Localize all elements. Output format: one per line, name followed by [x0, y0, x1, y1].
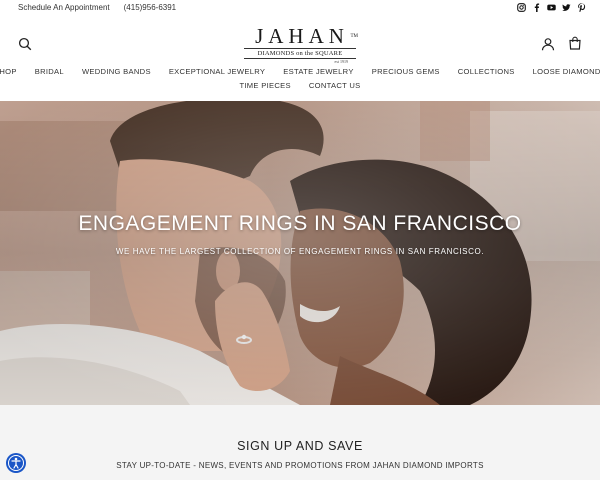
phone-link[interactable]: (415)956-6391: [124, 3, 176, 12]
nav-item-contact-us[interactable]: CONTACT US: [300, 81, 370, 90]
nav-row-primary: SHOP BRIDAL WEDDING BANDS EXCEPTIONAL JE…: [0, 64, 600, 78]
signup-text: STAY UP-TO-DATE - NEWS, EVENTS AND PROMO…: [116, 461, 484, 470]
instagram-icon[interactable]: [517, 3, 526, 12]
signup-title: SIGN UP AND SAVE: [237, 439, 363, 453]
logo-brand: JAHAN TM: [255, 24, 358, 48]
twitter-icon[interactable]: [562, 3, 571, 12]
search-icon[interactable]: [18, 37, 32, 51]
nav-item-time-pieces[interactable]: TIME PIECES: [230, 81, 299, 90]
social-links: [517, 3, 586, 12]
hero-banner: ENGAGEMENT RINGS IN SAN FRANCISCO WE HAV…: [0, 101, 600, 405]
hero-title: ENGAGEMENT RINGS IN SAN FRANCISCO: [78, 212, 522, 235]
schedule-appointment-link[interactable]: Schedule An Appointment: [18, 3, 110, 12]
hero-subtitle: WE HAVE THE LARGEST COLLECTION OF ENGAGE…: [115, 247, 485, 256]
logo-tagline: DIAMONDS on the SQUARE: [244, 48, 356, 59]
top-bar-contact: Schedule An Appointment (415)956-6391: [18, 3, 176, 12]
nav-item-exceptional-jewelry[interactable]: EXCEPTIONAL JEWELRY: [160, 67, 274, 76]
top-bar: Schedule An Appointment (415)956-6391: [0, 0, 600, 16]
cart-icon[interactable]: [568, 36, 582, 50]
site-header: JAHAN TM DIAMONDS on the SQUARE est 1919: [0, 16, 600, 66]
nav-row-secondary: TIME PIECES CONTACT US: [0, 78, 600, 92]
jahan-logo[interactable]: JAHAN TM DIAMONDS on the SQUARE est 1919: [244, 24, 358, 64]
account-icon[interactable]: [541, 37, 555, 51]
nav-item-shop[interactable]: SHOP: [0, 67, 26, 76]
accessibility-icon: [8, 455, 24, 471]
pinterest-icon[interactable]: [577, 3, 586, 12]
nav-item-wedding-bands[interactable]: WEDDING BANDS: [73, 67, 160, 76]
main-nav: SHOP BRIDAL WEDDING BANDS EXCEPTIONAL JE…: [0, 64, 600, 92]
nav-item-bridal[interactable]: BRIDAL: [26, 67, 73, 76]
accessibility-button[interactable]: [6, 453, 26, 473]
nav-item-collections[interactable]: COLLECTIONS: [449, 67, 524, 76]
nav-item-loose-diamonds[interactable]: LOOSE DIAMONDS: [524, 67, 600, 76]
youtube-icon[interactable]: [547, 3, 556, 12]
facebook-icon[interactable]: [532, 3, 541, 12]
nav-item-precious-gems[interactable]: PRECIOUS GEMS: [363, 67, 449, 76]
signup-section: SIGN UP AND SAVE STAY UP-TO-DATE - NEWS,…: [0, 405, 600, 480]
nav-item-estate-jewelry[interactable]: ESTATE JEWELRY: [274, 67, 362, 76]
